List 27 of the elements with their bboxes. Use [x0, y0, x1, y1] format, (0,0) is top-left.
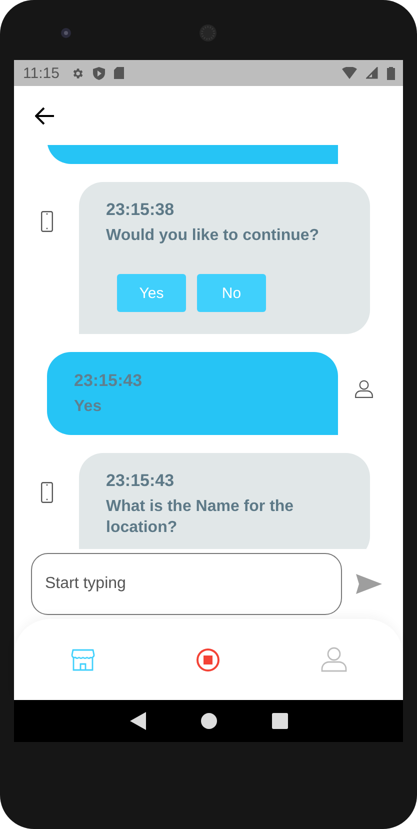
sd-card-icon — [114, 67, 124, 79]
shield-play-icon — [93, 66, 106, 80]
send-icon[interactable] — [356, 574, 382, 594]
message-text: What is the Name for the location? — [106, 497, 295, 538]
phone-icon — [40, 211, 52, 232]
person-icon — [354, 380, 372, 398]
option-button[interactable]: No — [197, 274, 266, 312]
camera-icon — [60, 27, 72, 39]
status-time: 11:15 — [23, 64, 60, 82]
back-triangle-icon[interactable] — [130, 712, 146, 730]
home-circle-icon[interactable] — [200, 713, 216, 729]
phone-icon — [40, 482, 52, 503]
message-time: 23:15:43 — [74, 370, 144, 392]
stop-circle-icon[interactable] — [196, 648, 220, 672]
message-text: Would you like to continue? — [106, 226, 320, 246]
recents-square-icon[interactable] — [272, 713, 288, 729]
speaker-grille-icon — [199, 24, 217, 42]
message-time: 23:15:38 — [106, 199, 176, 221]
message-time: 23:15:43 — [106, 470, 176, 492]
option-button[interactable]: Yes — [117, 274, 186, 312]
battery-icon — [387, 66, 395, 80]
message-text: Yes — [74, 397, 103, 417]
message-input-field[interactable]: Start typing — [31, 553, 342, 615]
wifi-icon — [342, 67, 357, 79]
gear-icon — [71, 66, 84, 80]
signal-icon — [366, 67, 378, 79]
back-arrow-icon[interactable] — [35, 106, 55, 124]
